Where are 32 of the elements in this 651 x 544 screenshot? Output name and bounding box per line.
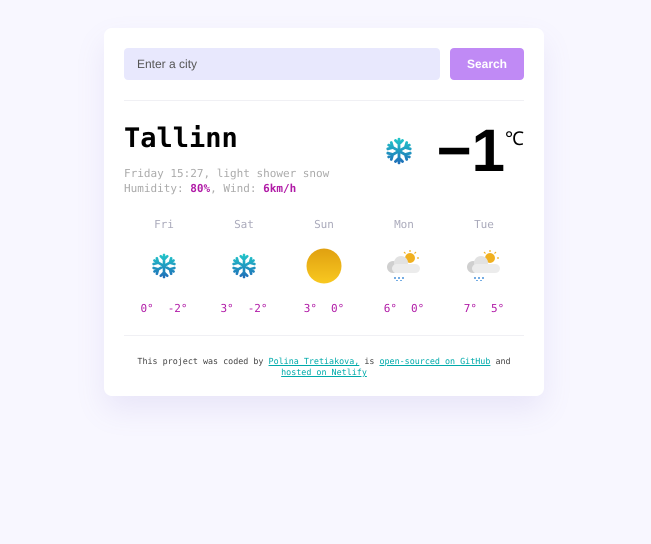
- forecast-day: Tue: [474, 218, 494, 231]
- high-temperature: 3°: [304, 302, 317, 315]
- high-temperature: 6°: [384, 302, 397, 315]
- snowflake-icon: [151, 253, 177, 279]
- forecast-day: Mon: [394, 218, 414, 231]
- low-temperature: -2°: [248, 302, 268, 315]
- humidity-wind-text: Humidity: 80%, Wind: 6km/h: [124, 181, 298, 196]
- footer-link[interactable]: open-sourced on GitHub: [379, 356, 490, 366]
- low-temperature: 0°: [331, 302, 344, 315]
- sun-icon: [306, 248, 342, 284]
- cloud-sun-rain-icon: [466, 249, 502, 283]
- forecast-day: Sun: [314, 218, 334, 231]
- snowflake-icon: [384, 137, 413, 165]
- high-temperature: 3°: [220, 302, 234, 315]
- low-temperature: 5°: [491, 302, 504, 315]
- footer-link[interactable]: Polina Tretiakova,: [268, 356, 360, 366]
- low-temperature: -2°: [168, 302, 188, 315]
- high-temperature: 0°: [140, 302, 154, 315]
- snowflake-icon: [231, 253, 257, 279]
- weather-description: Friday 15:27, light shower snow: [124, 166, 330, 181]
- city-name: Tallinn: [124, 123, 239, 154]
- forecast-day: Sat: [234, 218, 254, 231]
- city-input-field[interactable]: Enter a city: [124, 48, 440, 80]
- forecast-day: Fri: [154, 218, 174, 231]
- high-temperature: 7°: [464, 302, 477, 315]
- footer-link[interactable]: hosted on Netlify: [281, 367, 367, 377]
- temperature-value: −1: [436, 121, 505, 181]
- low-temperature: 0°: [411, 302, 424, 315]
- cloud-sun-rain-icon: [386, 249, 422, 283]
- temperature-unit: ℃: [505, 128, 524, 151]
- footer-text: This project was coded by Polina Tretiakova, is open-sourced on GitHub and hosted on Netlify: [136, 356, 512, 378]
- search-button[interactable]: Search: [450, 48, 524, 80]
